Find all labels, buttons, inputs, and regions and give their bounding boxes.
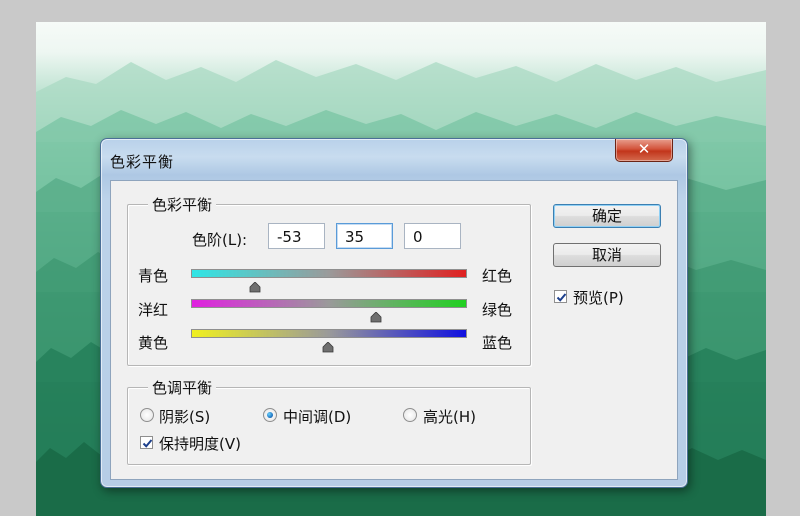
radio-midtones-label[interactable]: 中间调(D) (283, 406, 351, 427)
radio-highlights[interactable] (403, 408, 417, 422)
preserve-luminosity-checkbox[interactable] (140, 436, 153, 449)
color-balance-group-label: 色彩平衡 (148, 194, 217, 215)
slider-thumb-magenta-green[interactable] (370, 308, 382, 323)
slider-label-green: 绿色 (482, 301, 513, 319)
preserve-luminosity-label[interactable]: 保持明度(V) (159, 433, 241, 454)
radio-highlights-label[interactable]: 高光(H) (423, 406, 476, 427)
tone-balance-group-label: 色调平衡 (148, 377, 217, 398)
ok-button[interactable]: 确定 (553, 204, 661, 228)
preview-label[interactable]: 预览(P) (573, 287, 624, 308)
dialog-title: 色彩平衡 (110, 153, 175, 171)
slider-label-magenta: 洋红 (138, 301, 169, 319)
close-button[interactable]: ✕ (615, 139, 673, 162)
slider-track-magenta-green[interactable] (191, 299, 467, 308)
slider-label-red: 红色 (482, 267, 513, 285)
slider-thumb-icon (322, 341, 334, 353)
checkmark-icon (142, 439, 153, 448)
preview-checkbox[interactable] (554, 290, 567, 303)
color-balance-dialog: 色彩平衡 ✕ 色彩平衡 色阶(L): -53 35 0 青色 红色 洋红 绿色 … (100, 138, 688, 488)
slider-label-blue: 蓝色 (482, 334, 513, 352)
cancel-button[interactable]: 取消 (553, 243, 661, 267)
radio-midtones[interactable] (263, 408, 277, 422)
slider-label-yellow: 黄色 (138, 334, 169, 352)
slider-label-cyan: 青色 (138, 267, 169, 285)
close-icon: ✕ (637, 140, 651, 158)
dialog-client-area: 色彩平衡 色阶(L): -53 35 0 青色 红色 洋红 绿色 黄色 蓝色 色… (110, 180, 678, 480)
slider-thumb-cyan-red[interactable] (249, 278, 261, 293)
slider-thumb-icon (370, 311, 382, 323)
levels-input-magenta-green[interactable]: 35 (336, 223, 393, 249)
slider-track-cyan-red[interactable] (191, 269, 467, 278)
checkmark-icon (556, 293, 567, 302)
levels-input-yellow-blue[interactable]: 0 (404, 223, 461, 249)
slider-thumb-icon (249, 281, 261, 293)
slider-thumb-yellow-blue[interactable] (322, 338, 334, 353)
levels-input-cyan-red[interactable]: -53 (268, 223, 325, 249)
slider-track-yellow-blue[interactable] (191, 329, 467, 338)
radio-shadows[interactable] (140, 408, 154, 422)
radio-selected-dot (267, 412, 273, 418)
radio-shadows-label[interactable]: 阴影(S) (159, 406, 210, 427)
levels-label: 色阶(L): (192, 231, 248, 249)
